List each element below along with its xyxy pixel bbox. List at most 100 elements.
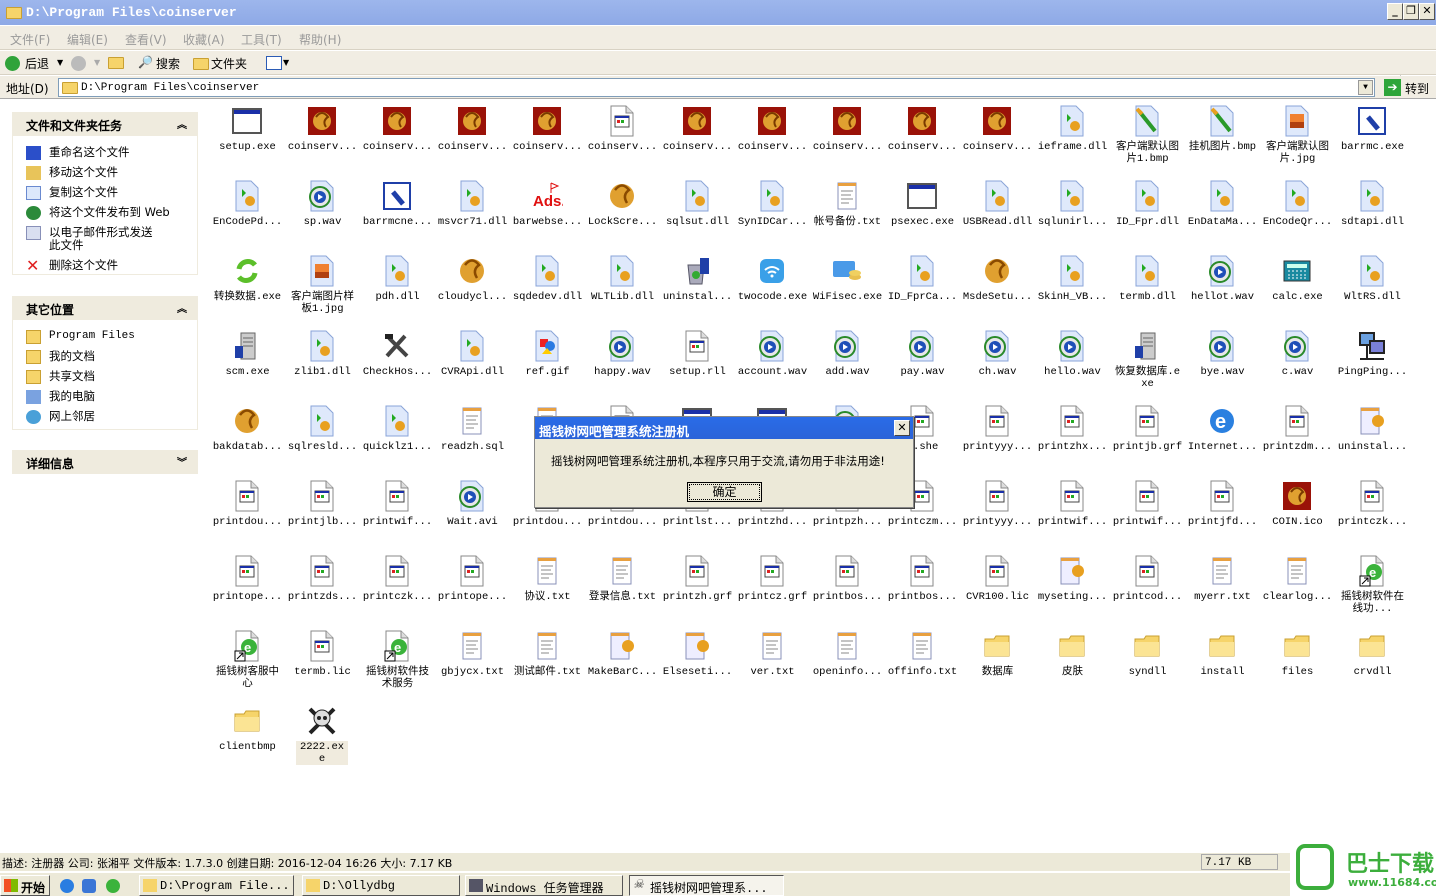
file-item[interactable]: CVR100.lic <box>960 551 1035 626</box>
file-item[interactable]: coinserv... <box>510 101 585 176</box>
minimize-button[interactable]: _ <box>1387 3 1403 20</box>
file-item[interactable]: MsdeSetu... <box>960 251 1035 326</box>
file-item[interactable]: setup.rll <box>660 326 735 401</box>
file-item[interactable]: sqlsut.dll <box>660 176 735 251</box>
file-item[interactable]: 恢复数据库.exe <box>1110 326 1185 401</box>
file-item[interactable]: SynIDCar... <box>735 176 810 251</box>
address-input[interactable]: D:\Program Files\coinserver ▼ <box>58 78 1375 97</box>
file-item[interactable]: sqlunirl... <box>1035 176 1110 251</box>
file-item[interactable]: Ads. barwebse... <box>510 176 585 251</box>
task-move[interactable]: 移动这个文件 <box>13 166 197 180</box>
file-item[interactable]: printope... <box>435 551 510 626</box>
file-item[interactable]: coinserv... <box>735 101 810 176</box>
file-item[interactable]: setup.exe <box>210 101 285 176</box>
file-item[interactable]: uninstal... <box>1335 401 1410 476</box>
panel-header[interactable]: 其它位置 ︽ <box>13 297 197 320</box>
file-item[interactable]: account.wav <box>735 326 810 401</box>
file-item[interactable]: cloudycl... <box>435 251 510 326</box>
forward-dropdown-icon[interactable]: ▼ <box>94 58 100 67</box>
file-item[interactable]: coinserv... <box>585 101 660 176</box>
task-email[interactable]: 以电子邮件形式发送此文件 <box>13 226 163 252</box>
address-dropdown[interactable]: ▼ <box>1358 80 1373 95</box>
file-item[interactable]: 登录信息.txt <box>585 551 660 626</box>
file-item[interactable]: sqdedev.dll <box>510 251 585 326</box>
taskbar-item-task-manager[interactable]: Windows 任务管理器 <box>465 875 623 896</box>
file-item[interactable]: printczk... <box>1335 476 1410 551</box>
file-item[interactable]: install <box>1185 626 1260 701</box>
file-item[interactable]: 皮肤 <box>1035 626 1110 701</box>
file-item[interactable]: pay.wav <box>885 326 960 401</box>
file-item[interactable]: ver.txt <box>735 626 810 701</box>
go-button[interactable]: 转到 <box>1405 80 1429 97</box>
place-my-documents[interactable]: 我的文档 <box>13 350 197 364</box>
file-item[interactable]: ieframe.dll <box>1035 101 1110 176</box>
file-item[interactable]: WLTLib.dll <box>585 251 660 326</box>
up-folder-button[interactable] <box>108 57 124 69</box>
views-dropdown-icon[interactable]: ▼ <box>283 58 289 67</box>
file-item[interactable]: printbos... <box>810 551 885 626</box>
file-item[interactable]: hellot.wav <box>1185 251 1260 326</box>
file-item[interactable]: psexec.exe <box>885 176 960 251</box>
file-item[interactable]: sp.wav <box>285 176 360 251</box>
file-item[interactable]: printjb.grf <box>1110 401 1185 476</box>
file-item[interactable]: ID_Fpr.dll <box>1110 176 1185 251</box>
task-publish-web[interactable]: 将这个文件发布到 Web <box>13 206 197 220</box>
file-item[interactable]: c.wav <box>1260 326 1335 401</box>
file-item[interactable]: ch.wav <box>960 326 1035 401</box>
taskbar-item-ollydbg[interactable]: D:\Ollydbg <box>302 875 460 896</box>
search-button[interactable]: 搜索 <box>156 55 180 72</box>
file-item[interactable]: printzds... <box>285 551 360 626</box>
file-item[interactable]: clearlog... <box>1260 551 1335 626</box>
file-item[interactable]: printwif... <box>1035 476 1110 551</box>
file-item[interactable]: EnDataMa... <box>1185 176 1260 251</box>
file-item[interactable]: barrmcne... <box>360 176 435 251</box>
file-item[interactable]: PingPing... <box>1335 326 1410 401</box>
file-item[interactable]: printdou... <box>210 476 285 551</box>
file-item[interactable]: CheckHos... <box>360 326 435 401</box>
file-item[interactable]: 数据库 <box>960 626 1035 701</box>
place-my-computer[interactable]: 我的电脑 <box>13 390 197 404</box>
file-item[interactable]: printyyy... <box>960 476 1035 551</box>
file-item[interactable]: readzh.sql <box>435 401 510 476</box>
menu-file[interactable]: 文件(F) <box>10 31 50 48</box>
file-item[interactable]: 帐号备份.txt <box>810 176 885 251</box>
file-item[interactable]: coinserv... <box>960 101 1035 176</box>
file-item[interactable]: printzdm... <box>1260 401 1335 476</box>
file-item[interactable]: add.wav <box>810 326 885 401</box>
file-item[interactable]: printjlb... <box>285 476 360 551</box>
file-item[interactable]: LockScre... <box>585 176 660 251</box>
menu-favorites[interactable]: 收藏(A) <box>183 31 225 48</box>
file-item[interactable]: zlib1.dll <box>285 326 360 401</box>
file-item[interactable]: files <box>1260 626 1335 701</box>
file-item[interactable]: myerr.txt <box>1185 551 1260 626</box>
forward-button[interactable] <box>71 56 86 71</box>
file-item[interactable]: myseting... <box>1035 551 1110 626</box>
file-item[interactable]: ID_FprCa... <box>885 251 960 326</box>
file-item[interactable]: sdtapi.dll <box>1335 176 1410 251</box>
ie-quicklaunch-icon[interactable] <box>60 879 74 893</box>
file-item[interactable]: printwif... <box>360 476 435 551</box>
menu-view[interactable]: 查看(V) <box>125 31 167 48</box>
file-item[interactable]: coinserv... <box>660 101 735 176</box>
close-button[interactable]: ✕ <box>1419 3 1435 20</box>
file-item[interactable]: e 摇钱树软件技术服务 <box>360 626 435 701</box>
file-item[interactable]: 客户端图片样板1.jpg <box>285 251 360 326</box>
file-item[interactable]: termb.lic <box>285 626 360 701</box>
file-item[interactable]: printczk... <box>360 551 435 626</box>
file-item[interactable]: bakdatab... <box>210 401 285 476</box>
file-item[interactable]: 协议.txt <box>510 551 585 626</box>
file-item[interactable]: e Internet... <box>1185 401 1260 476</box>
ok-button[interactable]: 确定 <box>687 482 762 502</box>
file-item[interactable]: happy.wav <box>585 326 660 401</box>
file-item[interactable]: 测试邮件.txt <box>510 626 585 701</box>
file-item[interactable]: syndll <box>1110 626 1185 701</box>
expand-icon[interactable]: ︾ <box>177 454 187 469</box>
file-item[interactable]: printcod... <box>1110 551 1185 626</box>
file-item[interactable]: printyyy... <box>960 401 1035 476</box>
file-item[interactable]: MakeBarC... <box>585 626 660 701</box>
file-item[interactable]: Wait.avi <box>435 476 510 551</box>
collapse-icon[interactable]: ︽ <box>177 116 187 131</box>
file-item[interactable]: 2222.exe <box>285 701 360 776</box>
go-arrow-icon[interactable]: ➔ <box>1384 79 1401 96</box>
place-network[interactable]: 网上邻居 <box>13 410 197 424</box>
